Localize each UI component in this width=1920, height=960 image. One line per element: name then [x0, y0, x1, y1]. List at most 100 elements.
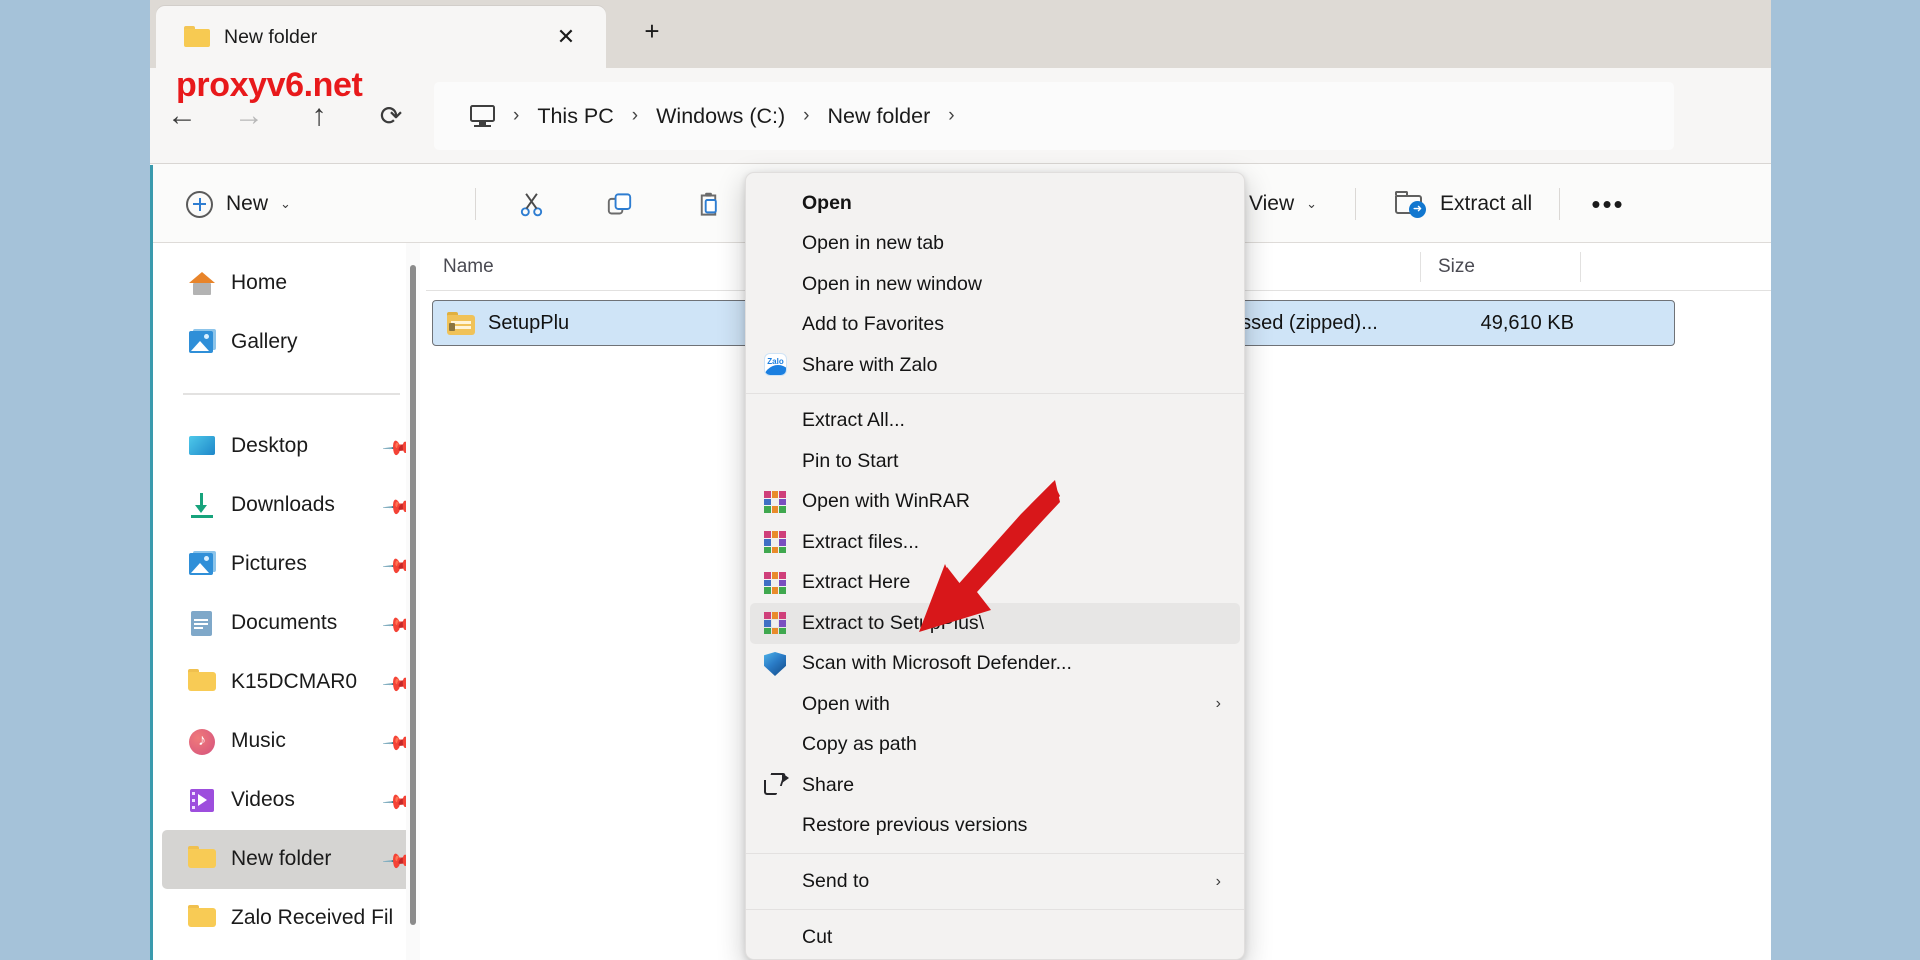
menu-item-send-to[interactable]: Send to › — [750, 861, 1240, 902]
view-label: View — [1249, 192, 1295, 215]
no-icon — [764, 733, 788, 757]
sidebar-item-label: New folder — [231, 847, 332, 870]
title-bar: New folder ✕ + — [150, 0, 1771, 68]
shield-icon — [764, 651, 788, 676]
menu-item-pin-to-start[interactable]: Pin to Start — [750, 441, 1240, 482]
document-icon — [188, 609, 216, 637]
music-icon: ♪ — [188, 727, 216, 755]
menu-item-open-with[interactable]: Open with › — [750, 684, 1240, 725]
sidebar-item-documents[interactable]: Documents 📌 — [162, 594, 417, 653]
menu-item-label: Restore previous versions — [802, 814, 1028, 837]
sidebar-item-pictures[interactable]: Pictures 📌 — [162, 535, 417, 594]
menu-item-label: Copy as path — [802, 733, 917, 756]
copy-button[interactable] — [591, 177, 647, 231]
picture-icon — [188, 328, 216, 356]
new-button[interactable]: New ⌄ — [174, 177, 303, 231]
sidebar-item-label: Gallery — [231, 329, 298, 353]
sidebar-item-videos[interactable]: Videos 📌 — [162, 771, 417, 830]
no-icon — [764, 870, 788, 894]
menu-item-share-with-zalo[interactable]: Zalo Share with Zalo — [750, 345, 1240, 386]
menu-separator — [746, 908, 1244, 911]
menu-item-label: Cut — [802, 925, 833, 948]
toolbar-divider — [1559, 188, 1561, 220]
address-bar[interactable]: › This PC › Windows (C:) › New folder › — [434, 82, 1674, 150]
new-label: New — [226, 192, 269, 215]
plus-icon — [186, 190, 213, 218]
menu-item-extract-all[interactable]: Extract All... — [750, 401, 1240, 442]
menu-item-cut[interactable]: Cut — [750, 917, 1240, 958]
sidebar-item-label: Pictures — [231, 552, 307, 575]
scissors-icon — [520, 192, 542, 216]
folder-icon — [188, 845, 216, 873]
download-icon — [188, 491, 216, 519]
watermark-text: proxyv6.net — [176, 66, 363, 104]
no-icon — [764, 925, 788, 949]
no-icon — [764, 409, 788, 433]
menu-item-open-in-new-window[interactable]: Open in new window — [750, 264, 1240, 305]
no-icon — [764, 232, 788, 256]
menu-item-label: Open with WinRAR — [802, 490, 970, 513]
menu-item-label: Extract Here — [802, 571, 911, 594]
menu-item-scan-with-defender[interactable]: Scan with Microsoft Defender... — [750, 644, 1240, 685]
sidebar-item-downloads[interactable]: Downloads 📌 — [162, 476, 417, 535]
winrar-icon — [764, 611, 788, 635]
menu-item-label: Extract files... — [802, 530, 920, 553]
menu-item-restore-previous-versions[interactable]: Restore previous versions — [750, 806, 1240, 847]
breadcrumb-separator: › — [948, 105, 955, 126]
menu-item-open-with-winrar[interactable]: Open with WinRAR — [750, 482, 1240, 523]
picture-icon — [188, 550, 216, 578]
file-explorer-window: New folder ✕ + ← → ↑ ⟳ › This PC › Windo… — [150, 0, 1771, 960]
content-left-accent — [150, 165, 153, 960]
sidebar-divider — [183, 393, 400, 395]
menu-item-label: Open — [802, 191, 852, 214]
paste-button[interactable] — [680, 177, 736, 231]
menu-item-extract-to-setupplus[interactable]: Extract to SetupPlus\ — [750, 603, 1240, 644]
sidebar-item-k15dcmar0[interactable]: K15DCMAR0 📌 — [162, 653, 417, 712]
extract-all-button[interactable]: ➜ Extract all — [1380, 177, 1546, 231]
chevron-down-icon: ⌄ — [280, 196, 291, 211]
menu-item-label: Open with — [802, 692, 890, 715]
sidebar-item-desktop[interactable]: Desktop 📌 — [162, 417, 417, 476]
menu-item-label: Add to Favorites — [802, 313, 944, 336]
new-tab-button[interactable]: + — [639, 18, 665, 44]
sidebar-scrollbar-thumb[interactable] — [410, 265, 416, 925]
breadcrumb-windows-c[interactable]: Windows (C:) — [656, 104, 785, 129]
winrar-icon — [764, 571, 788, 595]
close-icon[interactable]: ✕ — [554, 25, 578, 49]
menu-item-extract-here[interactable]: Extract Here — [750, 563, 1240, 604]
column-header-size[interactable]: Size — [1421, 243, 1581, 291]
no-icon — [764, 191, 788, 215]
menu-item-open[interactable]: Open — [750, 183, 1240, 224]
menu-item-label: Extract to SetupPlus\ — [802, 611, 985, 634]
view-button[interactable]: View ⌄ — [1235, 177, 1331, 231]
refresh-icon[interactable]: ⟳ — [365, 90, 417, 142]
sidebar-item-new-folder[interactable]: New folder 📌 — [162, 829, 417, 889]
more-options-button[interactable]: ••• — [1580, 177, 1636, 231]
menu-separator — [746, 392, 1244, 394]
zalo-icon: Zalo — [764, 353, 788, 377]
chevron-down-icon: ⌄ — [1306, 196, 1318, 211]
context-menu: Open Open in new tab Open in new window … — [745, 172, 1245, 960]
menu-item-label: Share with Zalo — [802, 353, 938, 376]
cut-button[interactable] — [503, 177, 559, 231]
breadcrumb-new-folder[interactable]: New folder — [827, 104, 930, 129]
sidebar-item-zalo-received-files[interactable]: Zalo Received Fil — [162, 889, 417, 948]
menu-item-copy-as-path[interactable]: Copy as path — [750, 725, 1240, 766]
tab-label: New folder — [224, 26, 318, 48]
menu-item-share[interactable]: Share — [750, 765, 1240, 806]
copy-icon — [607, 192, 631, 214]
navigation-bar: ← → ↑ ⟳ › This PC › Windows (C:) › New f… — [150, 68, 1771, 163]
sidebar-item-gallery[interactable]: Gallery — [162, 312, 417, 371]
sidebar-item-music[interactable]: ♪ Music 📌 — [162, 712, 417, 771]
sidebar-item-home[interactable]: Home — [162, 253, 417, 312]
breadcrumb-this-pc[interactable]: This PC — [537, 104, 613, 129]
sidebar-item-label: K15DCMAR0 — [231, 670, 358, 693]
sidebar-item-label: Music — [231, 729, 286, 752]
tab-new-folder[interactable]: New folder ✕ — [156, 6, 606, 68]
sidebar-item-label: Home — [231, 270, 288, 294]
menu-item-add-to-favorites[interactable]: Add to Favorites — [750, 305, 1240, 346]
sidebar-item-label: Desktop — [231, 434, 309, 457]
menu-item-open-in-new-tab[interactable]: Open in new tab — [750, 224, 1240, 265]
menu-item-extract-files[interactable]: Extract files... — [750, 522, 1240, 563]
this-pc-icon — [470, 105, 495, 128]
